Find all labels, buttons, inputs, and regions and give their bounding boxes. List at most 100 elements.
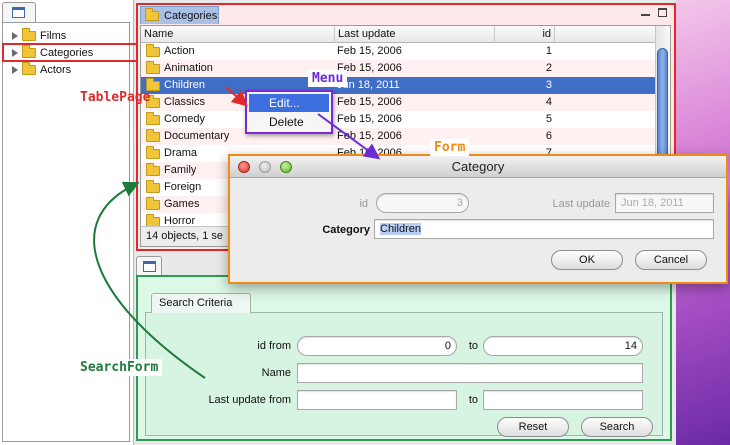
cancel-button[interactable]: Cancel <box>635 250 707 270</box>
context-menu: Edit... Delete <box>245 90 333 134</box>
cell-last-update: Feb 15, 2006 <box>337 113 402 125</box>
zoom-icon[interactable] <box>280 161 292 173</box>
cell-id: 6 <box>545 130 552 142</box>
tree-view <box>2 22 130 442</box>
column-header-id-label: id <box>542 28 551 40</box>
cell-name-text: Family <box>164 164 197 176</box>
cell-name: Drama <box>146 145 197 162</box>
tree-item-films[interactable]: Films <box>12 27 66 44</box>
cell-id: 5 <box>545 113 552 125</box>
search-button[interactable]: Search <box>581 417 653 437</box>
cell-name: Action <box>146 43 195 60</box>
annotation-searchform: SearchForm <box>76 359 163 376</box>
cell-name: Animation <box>146 60 213 77</box>
cell-name-text: Animation <box>164 62 213 74</box>
tab-categories[interactable]: Categories <box>140 6 219 24</box>
column-header-id[interactable]: id <box>495 26 555 43</box>
window-icon <box>12 7 25 18</box>
cell-name: Family <box>146 162 196 179</box>
cell-name-text: Action <box>164 45 195 57</box>
cell-name-text: Comedy <box>164 113 205 125</box>
last-update-to-input[interactable] <box>483 390 643 410</box>
tab-search-criteria[interactable]: Search Criteria <box>151 293 251 313</box>
folder-icon <box>146 128 160 142</box>
tree-item-actors[interactable]: Actors <box>12 61 71 78</box>
scrollbar-thumb[interactable] <box>657 48 668 168</box>
annotation-menu: Menu <box>308 70 348 87</box>
folder-icon <box>146 60 160 74</box>
name-input[interactable] <box>297 363 643 383</box>
name-label: Name <box>261 367 291 379</box>
last-update-to-label: to <box>468 394 478 406</box>
annotation-tablepage: TablePage <box>80 90 151 105</box>
cell-name-text: Documentary <box>164 130 230 142</box>
table-row[interactable]: Classics Feb 15, 2006 4 <box>141 94 655 111</box>
id-field: 3 <box>376 193 469 213</box>
column-header-name[interactable]: Name <box>141 26 335 43</box>
folder-icon <box>22 61 36 75</box>
column-header-last-update[interactable]: Last update <box>335 26 495 43</box>
id-from-label: id from <box>257 340 291 352</box>
cell-last-update: Feb 15, 2006 <box>337 45 402 57</box>
ok-button[interactable]: OK <box>551 250 623 270</box>
cell-name: Games <box>146 196 199 213</box>
last-update-from-input[interactable] <box>297 390 457 410</box>
table-row[interactable]: Comedy Feb 15, 2006 5 <box>141 111 655 128</box>
table-row[interactable]: Animation Feb 15, 2006 2 <box>141 60 655 77</box>
cell-name-text: Children <box>164 79 205 91</box>
tab-label: Categories <box>164 9 218 22</box>
last-update-field: Jun 18, 2011 <box>615 193 714 213</box>
tree-item-label: Actors <box>40 63 72 76</box>
cell-name: Comedy <box>146 111 205 128</box>
cell-id: 4 <box>545 96 552 108</box>
id-to-input[interactable]: 14 <box>483 336 643 356</box>
search-panel-tab[interactable] <box>136 256 162 276</box>
cell-id: 2 <box>545 62 552 74</box>
id-label: id <box>359 198 368 210</box>
cell-name: Documentary <box>146 128 229 145</box>
last-update-label: Last update <box>552 198 611 210</box>
window-icon <box>143 261 156 272</box>
tree-panel-tab[interactable] <box>2 2 36 22</box>
table-row[interactable]: Action Feb 15, 2006 1 <box>141 43 655 60</box>
cell-name-text: Games <box>164 198 200 210</box>
folder-icon <box>22 27 36 41</box>
cell-last-update: Feb 15, 2006 <box>337 96 402 108</box>
folder-icon <box>146 162 160 176</box>
minimize-icon[interactable] <box>641 14 650 16</box>
folder-icon <box>146 213 160 227</box>
folder-icon <box>146 179 160 193</box>
folder-icon <box>146 196 160 210</box>
id-to-label: to <box>468 340 478 352</box>
table-row[interactable]: Children Jun 18, 2011 3 <box>141 77 655 94</box>
selection-highlight-box <box>2 43 138 62</box>
cell-name-text: Drama <box>164 147 198 159</box>
expand-triangle-icon[interactable] <box>12 65 18 74</box>
panel-window-controls <box>641 8 667 17</box>
folder-icon <box>146 111 160 125</box>
cell-name-text: Classics <box>164 96 205 108</box>
menu-item-edit[interactable]: Edit... <box>249 94 329 112</box>
annotation-form: Form <box>430 139 470 156</box>
table-row[interactable]: Documentary Feb 15, 2006 6 <box>141 128 655 145</box>
cell-name: Children <box>146 77 205 94</box>
category-label: Category <box>322 224 370 236</box>
expand-triangle-icon[interactable] <box>12 31 18 40</box>
cell-id: 3 <box>545 79 552 91</box>
last-update-from-label: Last update from <box>208 394 291 406</box>
category-input-value: Children <box>380 223 421 235</box>
minimize-icon[interactable] <box>259 161 271 173</box>
maximize-icon[interactable] <box>658 8 667 17</box>
category-input[interactable]: Children <box>374 219 714 239</box>
menu-item-delete[interactable]: Delete <box>249 113 329 131</box>
folder-icon <box>146 43 160 57</box>
folder-icon <box>146 145 160 159</box>
id-from-input[interactable]: 0 <box>297 336 457 356</box>
cell-name-text: Foreign <box>164 181 202 193</box>
reset-button[interactable]: Reset <box>497 417 569 437</box>
cell-name: Classics <box>146 94 205 111</box>
close-icon[interactable] <box>238 161 250 173</box>
cell-last-update: Feb 15, 2006 <box>337 130 402 142</box>
dialog-title: Category <box>230 156 726 178</box>
folder-icon <box>145 7 159 21</box>
